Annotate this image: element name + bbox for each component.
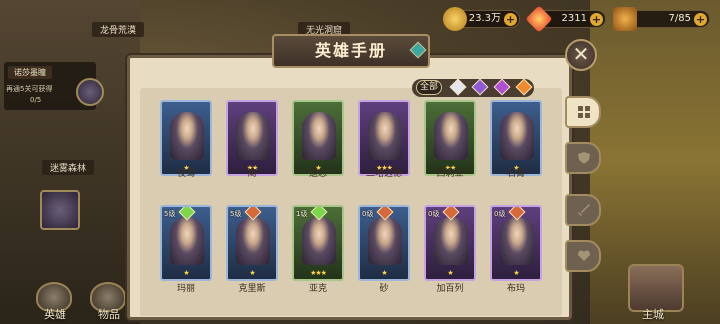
hero-name: 亚克 <box>308 284 327 294</box>
stamina-value: 7/85 <box>668 13 691 24</box>
hero-name: 二哈迈德 <box>365 169 402 179</box>
add-diamond-button[interactable]: + <box>590 13 603 26</box>
hero-card-sand[interactable]: 0级 ★ <box>358 205 410 281</box>
hero-name: 克里斯 <box>238 284 266 294</box>
hero-portrait <box>170 217 204 265</box>
diamond-value: 2311 <box>561 13 587 24</box>
sword-icon <box>578 204 590 216</box>
hero-stars: ★ <box>513 269 519 277</box>
hero-stars: ★★★ <box>310 269 327 277</box>
hero-level: 1级 <box>296 210 308 218</box>
hero-name: 简 <box>247 169 257 179</box>
hero-card-jane[interactable]: ★★ <box>226 100 278 176</box>
hero-portrait <box>236 217 270 265</box>
hero-card-yake[interactable]: 1级 ★★★ <box>292 205 344 281</box>
hero-card-nightingale[interactable]: ★ <box>160 100 212 176</box>
hero-portrait <box>236 112 270 160</box>
hero-portrait <box>302 112 336 160</box>
hero-stars: ★ <box>381 269 387 277</box>
stamina-counter: 7/85 + <box>613 7 710 31</box>
grid-icon <box>578 106 590 118</box>
hero-level: 5级 <box>164 210 176 218</box>
portal-icon[interactable] <box>76 78 104 106</box>
tab-heart[interactable] <box>565 240 601 272</box>
hero-portrait <box>500 112 534 160</box>
hero-name: 石臂 <box>506 169 525 179</box>
nav-items-label[interactable]: 物品 <box>98 306 120 322</box>
hero-stars: ★ <box>183 269 189 277</box>
hero-level: 0级 <box>362 210 374 218</box>
tab-shield[interactable] <box>565 142 601 174</box>
hero-name: 西莉亚 <box>436 169 464 179</box>
gold-coin-icon <box>443 7 467 31</box>
hero-portrait <box>434 217 468 265</box>
treasure-chest-icon <box>613 7 637 31</box>
hero-card-chris[interactable]: 5级 ★ <box>226 205 278 281</box>
hero-card-buma[interactable]: 0级 ★ <box>490 205 542 281</box>
hero-portrait <box>302 217 336 265</box>
hero-name: 布玛 <box>506 284 525 294</box>
hero-card-gabriel[interactable]: 0级 ★ <box>424 205 476 281</box>
hero-name: 加百列 <box>436 284 464 294</box>
tab-sword[interactable] <box>565 194 601 226</box>
hero-portrait <box>434 112 468 160</box>
diamond-counter: 2311 + <box>525 5 606 33</box>
hero-card-mary[interactable]: 5级 ★ <box>160 205 212 281</box>
hero-card-oblivion[interactable]: ★ <box>292 100 344 176</box>
hero-portrait <box>368 112 402 160</box>
hero-level: 5级 <box>230 210 242 218</box>
add-gold-button[interactable]: + <box>504 13 517 26</box>
hero-level: 0级 <box>494 210 506 218</box>
add-stamina-button[interactable]: + <box>694 13 707 26</box>
tab-all[interactable] <box>565 96 601 128</box>
hero-card-erhamed[interactable]: ★★★ <box>358 100 410 176</box>
shield-icon <box>578 152 590 164</box>
close-x-icon[interactable]: ✕ <box>565 39 597 71</box>
heart-icon <box>577 250 591 261</box>
quest-title: 诺莎墨瞳 <box>8 66 52 79</box>
nav-city-label[interactable]: 主城 <box>642 306 664 322</box>
hero-portrait <box>368 217 402 265</box>
hero-name: 遗忘 <box>308 169 327 179</box>
hero-name: 夜莺 <box>176 169 195 179</box>
quest-description: 再通5关可获得 <box>6 85 53 93</box>
gold-counter: 23.3万 + <box>443 7 520 31</box>
filter-all-button[interactable]: 全部 <box>416 80 442 95</box>
hero-name: 砂 <box>379 284 389 294</box>
stronghold-icon[interactable] <box>40 190 80 230</box>
hero-card-celia[interactable]: ★★ <box>424 100 476 176</box>
hero-card-stonearm[interactable]: ★ <box>490 100 542 176</box>
hero-portrait <box>500 217 534 265</box>
hero-name: 玛丽 <box>176 284 195 294</box>
quest-progress: 0/5 <box>30 96 42 104</box>
hero-stars: ★ <box>249 269 255 277</box>
hero-portrait <box>170 112 204 160</box>
map-label-forest[interactable]: 迷雾森林 <box>42 160 95 175</box>
nav-heroes-label[interactable]: 英雄 <box>44 306 66 322</box>
castle-icon[interactable] <box>628 264 684 312</box>
hero-level: 0级 <box>428 210 440 218</box>
gold-value: 23.3万 <box>468 13 501 24</box>
dialog-title: 英雄手册 <box>272 34 430 68</box>
map-label-desert[interactable]: 龙骨荒漠 <box>92 22 145 37</box>
hero-stars: ★ <box>447 269 453 277</box>
